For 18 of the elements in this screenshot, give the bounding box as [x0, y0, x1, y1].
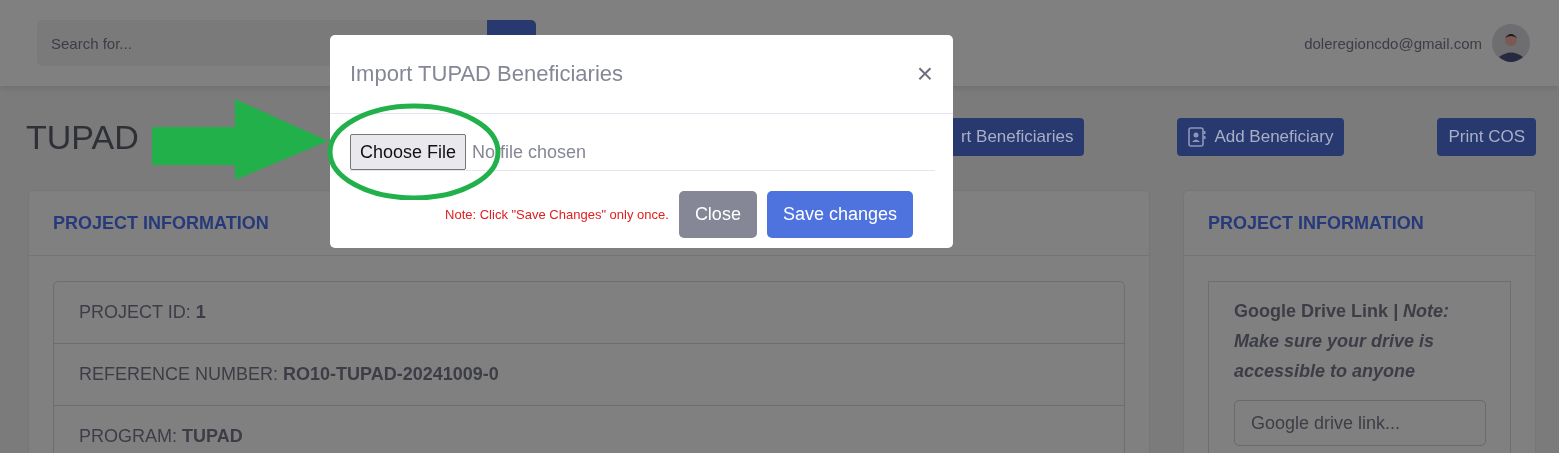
dialog-note: Note: Click "Save Changes" only once. [445, 207, 669, 222]
close-button[interactable]: × [916, 60, 933, 88]
action-button[interactable]: Add Beneficiary [1177, 118, 1345, 156]
choose-file-button[interactable]: Choose File [350, 134, 467, 170]
info-text: PROJECT ID: 1 [79, 302, 206, 323]
action-button[interactable]: Print COS [1437, 118, 1536, 156]
file-status: No file chosen [472, 141, 587, 163]
info-text: PROGRAM: TUPAD [79, 426, 243, 447]
card-title: PROJECT INFORMATION [53, 212, 269, 234]
dialog-button[interactable]: Save changes [766, 191, 913, 238]
info-text: REFERENCE NUMBER: RO10-TUPAD-20241009-0 [79, 364, 499, 385]
drive-link-label: Google Drive Link | Note: Make sure your drive is accessible to anyone [1234, 300, 1451, 383]
user-email[interactable]: doleregioncdo@gmail.com [1304, 34, 1482, 52]
avatar-icon[interactable] [1492, 24, 1530, 62]
dialog-button[interactable]: Close [678, 191, 757, 238]
page-title: TUPAD [26, 117, 139, 157]
card-title: PROJECT INFORMATION [1208, 212, 1424, 234]
drive-link-field[interactable]: Google drive link... [1234, 400, 1486, 446]
